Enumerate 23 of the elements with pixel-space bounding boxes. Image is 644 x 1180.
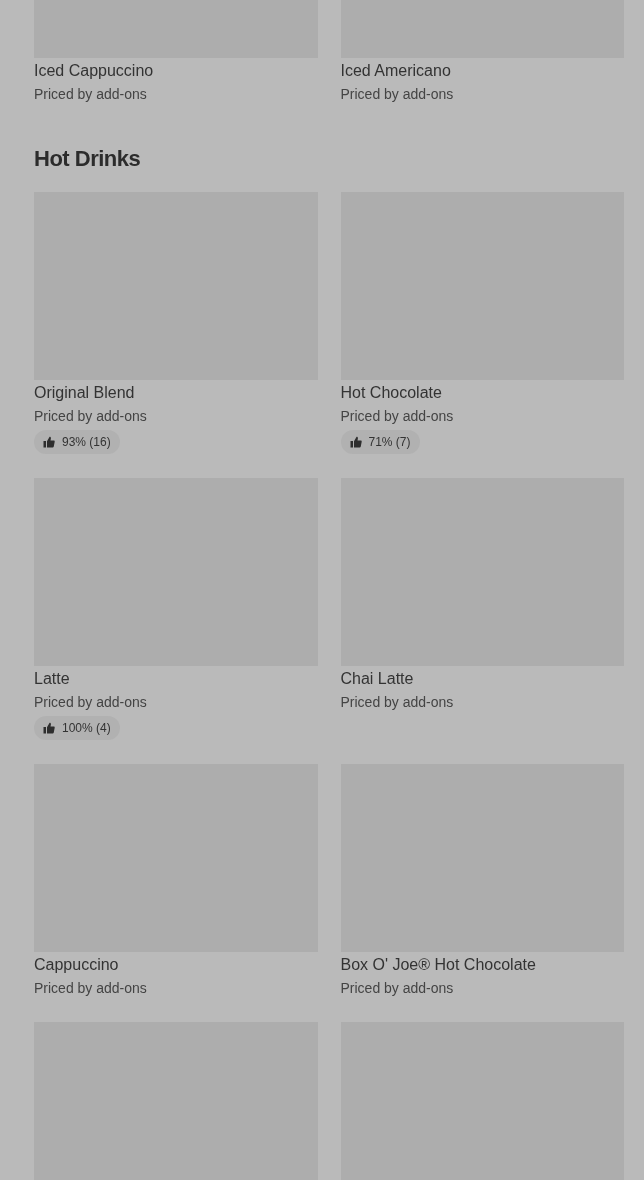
item-price: Priced by add-ons bbox=[340, 979, 455, 998]
item-name[interactable]: Iced Americano bbox=[340, 60, 624, 82]
item-name[interactable]: Box O' Joe® Hot Chocolate bbox=[340, 954, 624, 976]
thumbs-up-icon bbox=[349, 436, 362, 448]
rating-text: 93% (16) bbox=[62, 435, 111, 449]
item-name[interactable]: Iced Cappuccino bbox=[34, 60, 318, 82]
thumbs-up-icon bbox=[43, 722, 55, 734]
item-price: Priced by add-ons bbox=[34, 979, 148, 998]
item-name[interactable]: Original Blend bbox=[34, 382, 318, 404]
item-price: Priced by add-ons bbox=[34, 85, 148, 104]
item-price: Priced by add-ons bbox=[340, 693, 455, 712]
item-price: Priced by add-ons bbox=[340, 407, 455, 426]
item-name[interactable]: Cappuccino bbox=[34, 954, 318, 976]
item-price: Priced by add-ons bbox=[340, 85, 455, 104]
rating-text: 100% (4) bbox=[62, 721, 111, 735]
thumbs-up-icon bbox=[43, 436, 55, 448]
section-heading: Hot Drinks bbox=[34, 145, 142, 173]
rating-text: 71% (7) bbox=[368, 435, 411, 449]
item-name[interactable]: Hot Chocolate bbox=[340, 382, 624, 404]
item-price: Priced by add-ons bbox=[34, 693, 148, 712]
item-name[interactable]: Latte bbox=[34, 668, 318, 690]
item-price: Priced by add-ons bbox=[34, 407, 148, 426]
item-name[interactable]: Chai Latte bbox=[340, 668, 624, 690]
